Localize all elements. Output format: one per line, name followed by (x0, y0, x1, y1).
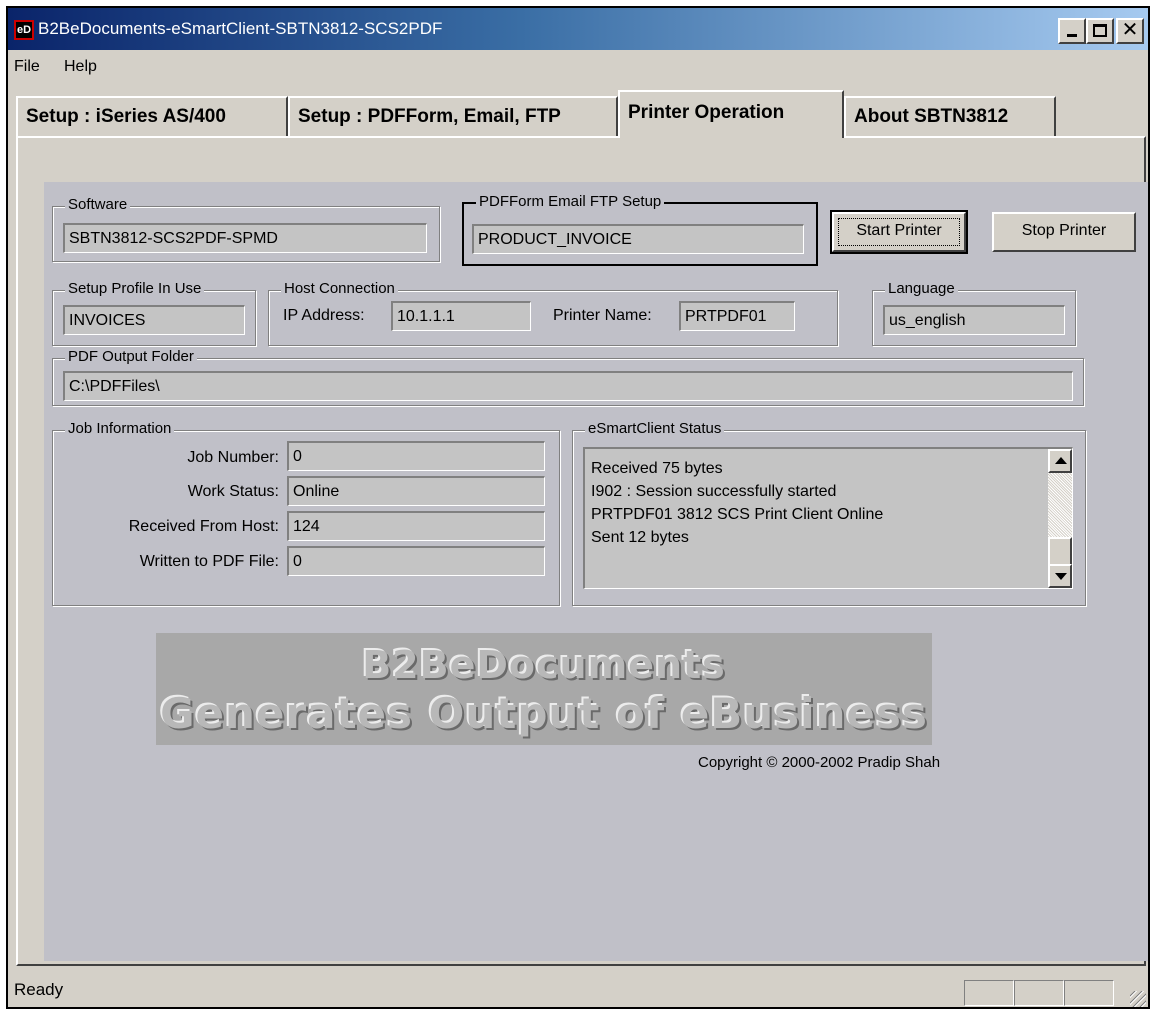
app-icon[interactable]: eD (14, 20, 34, 40)
output-folder-field: C:\PDFFiles\ (63, 371, 1073, 401)
pdfform-legend: PDFForm Email FTP Setup (476, 193, 665, 211)
resize-grip-icon[interactable] (1130, 991, 1146, 1007)
job-information-legend: Job Information (65, 420, 175, 438)
status-log-list[interactable]: Received 75 bytes I902 : Session success… (583, 447, 1073, 589)
setup-profile-field: INVOICES (63, 305, 245, 335)
window-title: B2BeDocuments-eSmartClient-SBTN3812-SCS2… (38, 19, 443, 38)
menu-bar: File Help (8, 52, 1148, 82)
arrow-up-icon (1055, 457, 1067, 464)
status-log-line: Sent 12 bytes (591, 529, 689, 546)
status-log-scrollbar[interactable] (1048, 449, 1072, 588)
work-status-label: Work Status: (187, 483, 279, 500)
status-pane (1014, 980, 1064, 1006)
banner-title: B2BeDocuments (362, 643, 726, 687)
brand-banner: B2BeDocuments Generates Output of eBusin… (156, 633, 932, 745)
output-folder-group: PDF Output Folder C:\PDFFiles\ (52, 348, 1084, 406)
panel-content: Software SBTN3812-SCS2PDF-SPMD PDFForm E… (44, 182, 1148, 961)
output-folder-legend: PDF Output Folder (65, 348, 197, 366)
work-status-field: Online (287, 476, 545, 506)
host-connection-legend: Host Connection (281, 280, 398, 298)
software-legend: Software (65, 196, 131, 214)
maximize-icon (1093, 24, 1107, 37)
scroll-thumb[interactable] (1048, 537, 1072, 567)
status-pane (964, 980, 1014, 1006)
close-button[interactable]: ✕ (1116, 18, 1144, 44)
printer-name-label: Printer Name: (553, 307, 652, 324)
printer-operation-panel: Software SBTN3812-SCS2PDF-SPMD PDFForm E… (16, 136, 1148, 966)
start-printer-button[interactable]: Start Printer (830, 210, 968, 254)
status-log-line: Received 75 bytes (591, 460, 723, 477)
status-log-line: PRTPDF01 3812 SCS Print Client Online (591, 506, 884, 523)
focus-rect (838, 218, 960, 246)
copyright-text: Copyright © 2000-2002 Pradip Shah (698, 754, 941, 771)
tab-about[interactable]: About SBTN3812 (844, 96, 1056, 136)
language-field: us_english (883, 305, 1065, 335)
ip-address-field: 10.1.1.1 (391, 301, 531, 331)
scroll-up-button[interactable] (1048, 449, 1072, 473)
language-legend: Language (885, 280, 958, 298)
printer-name-field: PRTPDF01 (679, 301, 795, 331)
arrow-down-icon (1055, 573, 1067, 580)
title-bar[interactable]: eD B2BeDocuments-eSmartClient-SBTN3812-S… (8, 8, 1148, 50)
window-controls: ✕ (1058, 18, 1144, 44)
ip-address-label: IP Address: (283, 307, 365, 324)
tab-setup-iseries[interactable]: Setup : iSeries AS/400 (16, 96, 288, 136)
received-from-host-label: Received From Host: (128, 518, 279, 535)
tab-printer-operation[interactable]: Printer Operation (618, 90, 844, 138)
client-status-legend: eSmartClient Status (585, 420, 725, 438)
minimize-icon (1067, 34, 1077, 37)
menu-help[interactable]: Help (64, 58, 97, 76)
pdfform-field: PRODUCT_INVOICE (472, 224, 804, 254)
job-number-field: 0 (287, 441, 545, 471)
maximize-button[interactable] (1086, 18, 1114, 44)
scroll-down-button[interactable] (1048, 564, 1072, 588)
setup-profile-legend: Setup Profile In Use (65, 280, 205, 298)
host-connection-group: Host Connection IP Address: 10.1.1.1 Pri… (268, 280, 838, 346)
client-status-group: eSmartClient Status Received 75 bytes I9… (572, 420, 1086, 606)
software-group: Software SBTN3812-SCS2PDF-SPMD (52, 196, 440, 262)
menu-file[interactable]: File (14, 58, 40, 76)
app-window: eD B2BeDocuments-eSmartClient-SBTN3812-S… (6, 6, 1150, 1009)
pdfform-group: PDFForm Email FTP Setup PRODUCT_INVOICE (462, 193, 818, 266)
language-group: Language us_english (872, 280, 1076, 346)
setup-profile-group: Setup Profile In Use INVOICES (52, 280, 256, 346)
stop-printer-label: Stop Printer (1021, 222, 1107, 239)
job-information-group: Job Information Job Number: 0 Work Statu… (52, 420, 560, 606)
tab-strip: Setup : iSeries AS/400 Setup : PDFForm, … (16, 90, 1056, 138)
minimize-button[interactable] (1058, 18, 1086, 44)
received-from-host-field: 124 (287, 511, 545, 541)
written-to-pdf-label: Written to PDF File: (139, 553, 279, 570)
tab-setup-pdfform[interactable]: Setup : PDFForm, Email, FTP (288, 96, 618, 136)
stop-printer-button[interactable]: Stop Printer (992, 212, 1136, 252)
close-icon: ✕ (1121, 19, 1139, 41)
banner-tagline: Generates Output of eBusiness (160, 689, 928, 738)
status-text: Ready (14, 980, 64, 999)
written-to-pdf-field: 0 (287, 546, 545, 576)
job-number-label: Job Number: (187, 449, 279, 466)
status-pane (1064, 980, 1114, 1006)
status-bar: Ready (8, 970, 1148, 1009)
status-log-line: I902 : Session successfully started (591, 483, 837, 500)
software-field: SBTN3812-SCS2PDF-SPMD (63, 223, 427, 253)
